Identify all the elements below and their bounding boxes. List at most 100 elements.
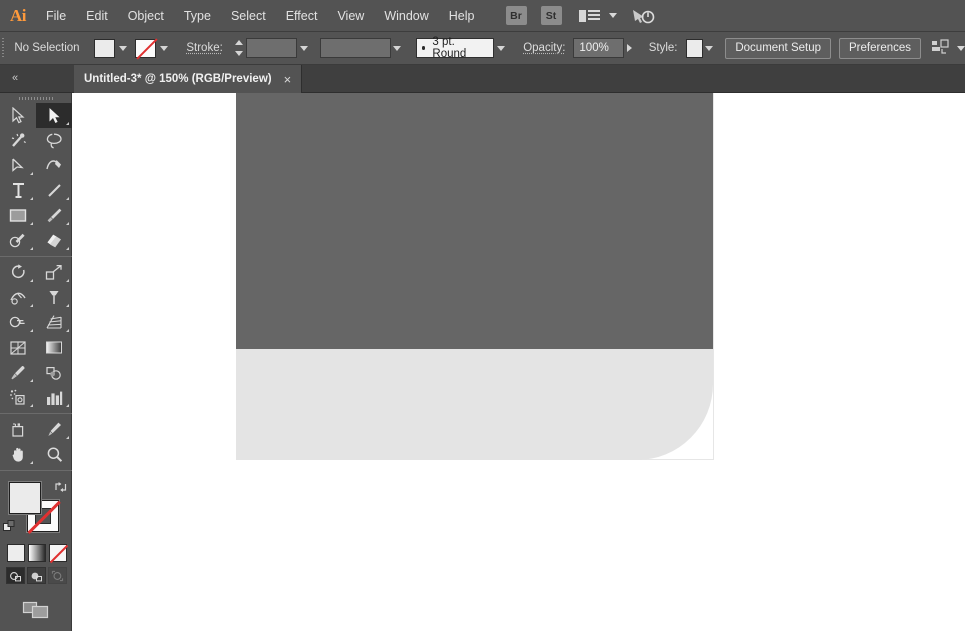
- tool-flyout-indicator-icon: [30, 172, 33, 175]
- app-logo-icon: Ai: [10, 5, 27, 25]
- tool-flyout-indicator-icon: [30, 329, 33, 332]
- slice-tool[interactable]: [36, 417, 72, 442]
- align-dropdown-chevron-icon[interactable]: [957, 45, 965, 51]
- tool-flyout-indicator-icon: [30, 222, 33, 225]
- tool-flyout-indicator-icon: [66, 304, 69, 307]
- column-graph-tool[interactable]: [36, 385, 72, 410]
- tool-flyout-indicator-icon: [30, 461, 33, 464]
- stroke-weight-stepper[interactable]: [234, 38, 243, 58]
- fill-stroke-controls: [0, 478, 72, 540]
- rotate-tool[interactable]: [0, 260, 36, 285]
- workspace-switcher-icon[interactable]: [578, 8, 601, 24]
- stroke-weight-input[interactable]: [245, 38, 298, 58]
- panel-collapse-icon[interactable]: «: [4, 65, 26, 91]
- rectangle-tool[interactable]: [0, 203, 36, 228]
- stroke-swatch[interactable]: [135, 38, 157, 58]
- shape-builder-tool[interactable]: [0, 310, 36, 335]
- symbol-sprayer-tool[interactable]: [0, 385, 36, 410]
- curvature-tool[interactable]: [36, 153, 72, 178]
- fill-swatch-dropdown-icon[interactable]: [115, 39, 131, 58]
- toolbar-fill-swatch[interactable]: [9, 482, 41, 514]
- variable-width-dropdown-icon[interactable]: [391, 39, 404, 58]
- direct-selection-tool[interactable]: [36, 103, 72, 128]
- variable-width-profile-input[interactable]: [320, 38, 391, 58]
- menu-edit[interactable]: Edit: [76, 0, 118, 32]
- align-objects-icon[interactable]: [931, 38, 949, 59]
- menu-type[interactable]: Type: [174, 0, 221, 32]
- close-icon[interactable]: ×: [284, 73, 292, 86]
- menu-window[interactable]: Window: [374, 0, 438, 32]
- draw-behind-button[interactable]: [27, 567, 46, 584]
- dark-rectangle-shape[interactable]: [236, 93, 713, 349]
- fill-swatch[interactable]: [94, 38, 116, 58]
- mesh-tool[interactable]: [0, 335, 36, 360]
- graphic-style-swatch[interactable]: [685, 38, 703, 58]
- paint-mode-buttons: [0, 540, 71, 562]
- document-tab-bar: « Untitled-3* @ 150% (RGB/Preview) ×: [0, 65, 965, 93]
- tools-grid: [0, 103, 72, 474]
- brush-definition-dropdown-icon[interactable]: [494, 39, 507, 58]
- canvas-area[interactable]: [72, 93, 965, 631]
- menu-bar: Ai File Edit Object Type Select Effect V…: [0, 0, 965, 32]
- tool-flyout-indicator-icon: [30, 304, 33, 307]
- menu-file[interactable]: File: [36, 0, 76, 32]
- shaper-tool[interactable]: [0, 228, 36, 253]
- menu-effect[interactable]: Effect: [276, 0, 328, 32]
- zoom-tool[interactable]: [36, 442, 72, 467]
- tools-panel-grip[interactable]: [0, 93, 71, 103]
- tool-flyout-indicator-icon: [66, 197, 69, 200]
- color-mode-button[interactable]: [7, 544, 25, 562]
- chevron-down-icon[interactable]: [608, 13, 617, 18]
- draw-normal-button[interactable]: [6, 567, 25, 584]
- none-mode-button[interactable]: [49, 544, 67, 562]
- stroke-swatch-dropdown-icon[interactable]: [156, 39, 172, 58]
- stroke-weight-label[interactable]: Stroke:: [178, 42, 230, 54]
- eraser-tool[interactable]: [36, 228, 72, 253]
- graphic-style-dropdown-icon[interactable]: [703, 39, 716, 58]
- paintbrush-tool[interactable]: [36, 203, 72, 228]
- type-tool[interactable]: [0, 178, 36, 203]
- hand-tool[interactable]: [0, 442, 36, 467]
- stroke-weight-dropdown-icon[interactable]: [297, 39, 310, 58]
- blend-tool[interactable]: [36, 360, 72, 385]
- menu-view[interactable]: View: [327, 0, 374, 32]
- gradient-mode-button[interactable]: [28, 544, 46, 562]
- selection-tool[interactable]: [0, 103, 36, 128]
- perspective-grid-tool[interactable]: [36, 310, 72, 335]
- tool-flyout-indicator-icon: [66, 436, 69, 439]
- draw-inside-button[interactable]: [48, 567, 67, 584]
- tool-flyout-indicator-icon: [30, 247, 33, 250]
- scale-tool[interactable]: [36, 260, 72, 285]
- opacity-label[interactable]: Opacity:: [515, 42, 573, 54]
- menu-help[interactable]: Help: [439, 0, 485, 32]
- swap-fill-stroke-icon[interactable]: [54, 480, 68, 494]
- menu-object[interactable]: Object: [118, 0, 174, 32]
- artboard-tool[interactable]: [0, 417, 36, 442]
- tool-flyout-indicator-icon: [66, 404, 69, 407]
- tool-flyout-indicator-icon: [30, 197, 33, 200]
- document-setup-button[interactable]: Document Setup: [725, 37, 832, 59]
- pen-tool[interactable]: [0, 153, 36, 178]
- eyedropper-tool[interactable]: [0, 360, 36, 385]
- document-tab[interactable]: Untitled-3* @ 150% (RGB/Preview) ×: [74, 65, 303, 93]
- opacity-flyout-icon[interactable]: [624, 38, 635, 58]
- gradient-tool[interactable]: [36, 335, 72, 360]
- draw-mode-buttons: [0, 562, 71, 584]
- opacity-input[interactable]: 100%: [573, 38, 624, 58]
- brush-definition-select[interactable]: 3 pt. Round: [415, 36, 495, 60]
- lasso-tool[interactable]: [36, 128, 72, 153]
- cursor-power-icon[interactable]: [631, 6, 655, 26]
- preferences-button[interactable]: Preferences: [839, 37, 922, 59]
- light-rounded-shape[interactable]: [236, 349, 713, 460]
- change-screen-mode-button[interactable]: [22, 598, 50, 625]
- magic-wand-tool[interactable]: [0, 128, 36, 153]
- line-segment-tool[interactable]: [36, 178, 72, 203]
- bridge-button[interactable]: Br: [505, 6, 527, 25]
- free-transform-tool[interactable]: [36, 285, 72, 310]
- tools-panel: [0, 93, 72, 631]
- width-tool[interactable]: [0, 285, 36, 310]
- stock-button[interactable]: St: [540, 6, 562, 25]
- menu-select[interactable]: Select: [221, 0, 276, 32]
- default-fill-stroke-icon[interactable]: [3, 520, 17, 534]
- tool-flyout-indicator-icon: [66, 329, 69, 332]
